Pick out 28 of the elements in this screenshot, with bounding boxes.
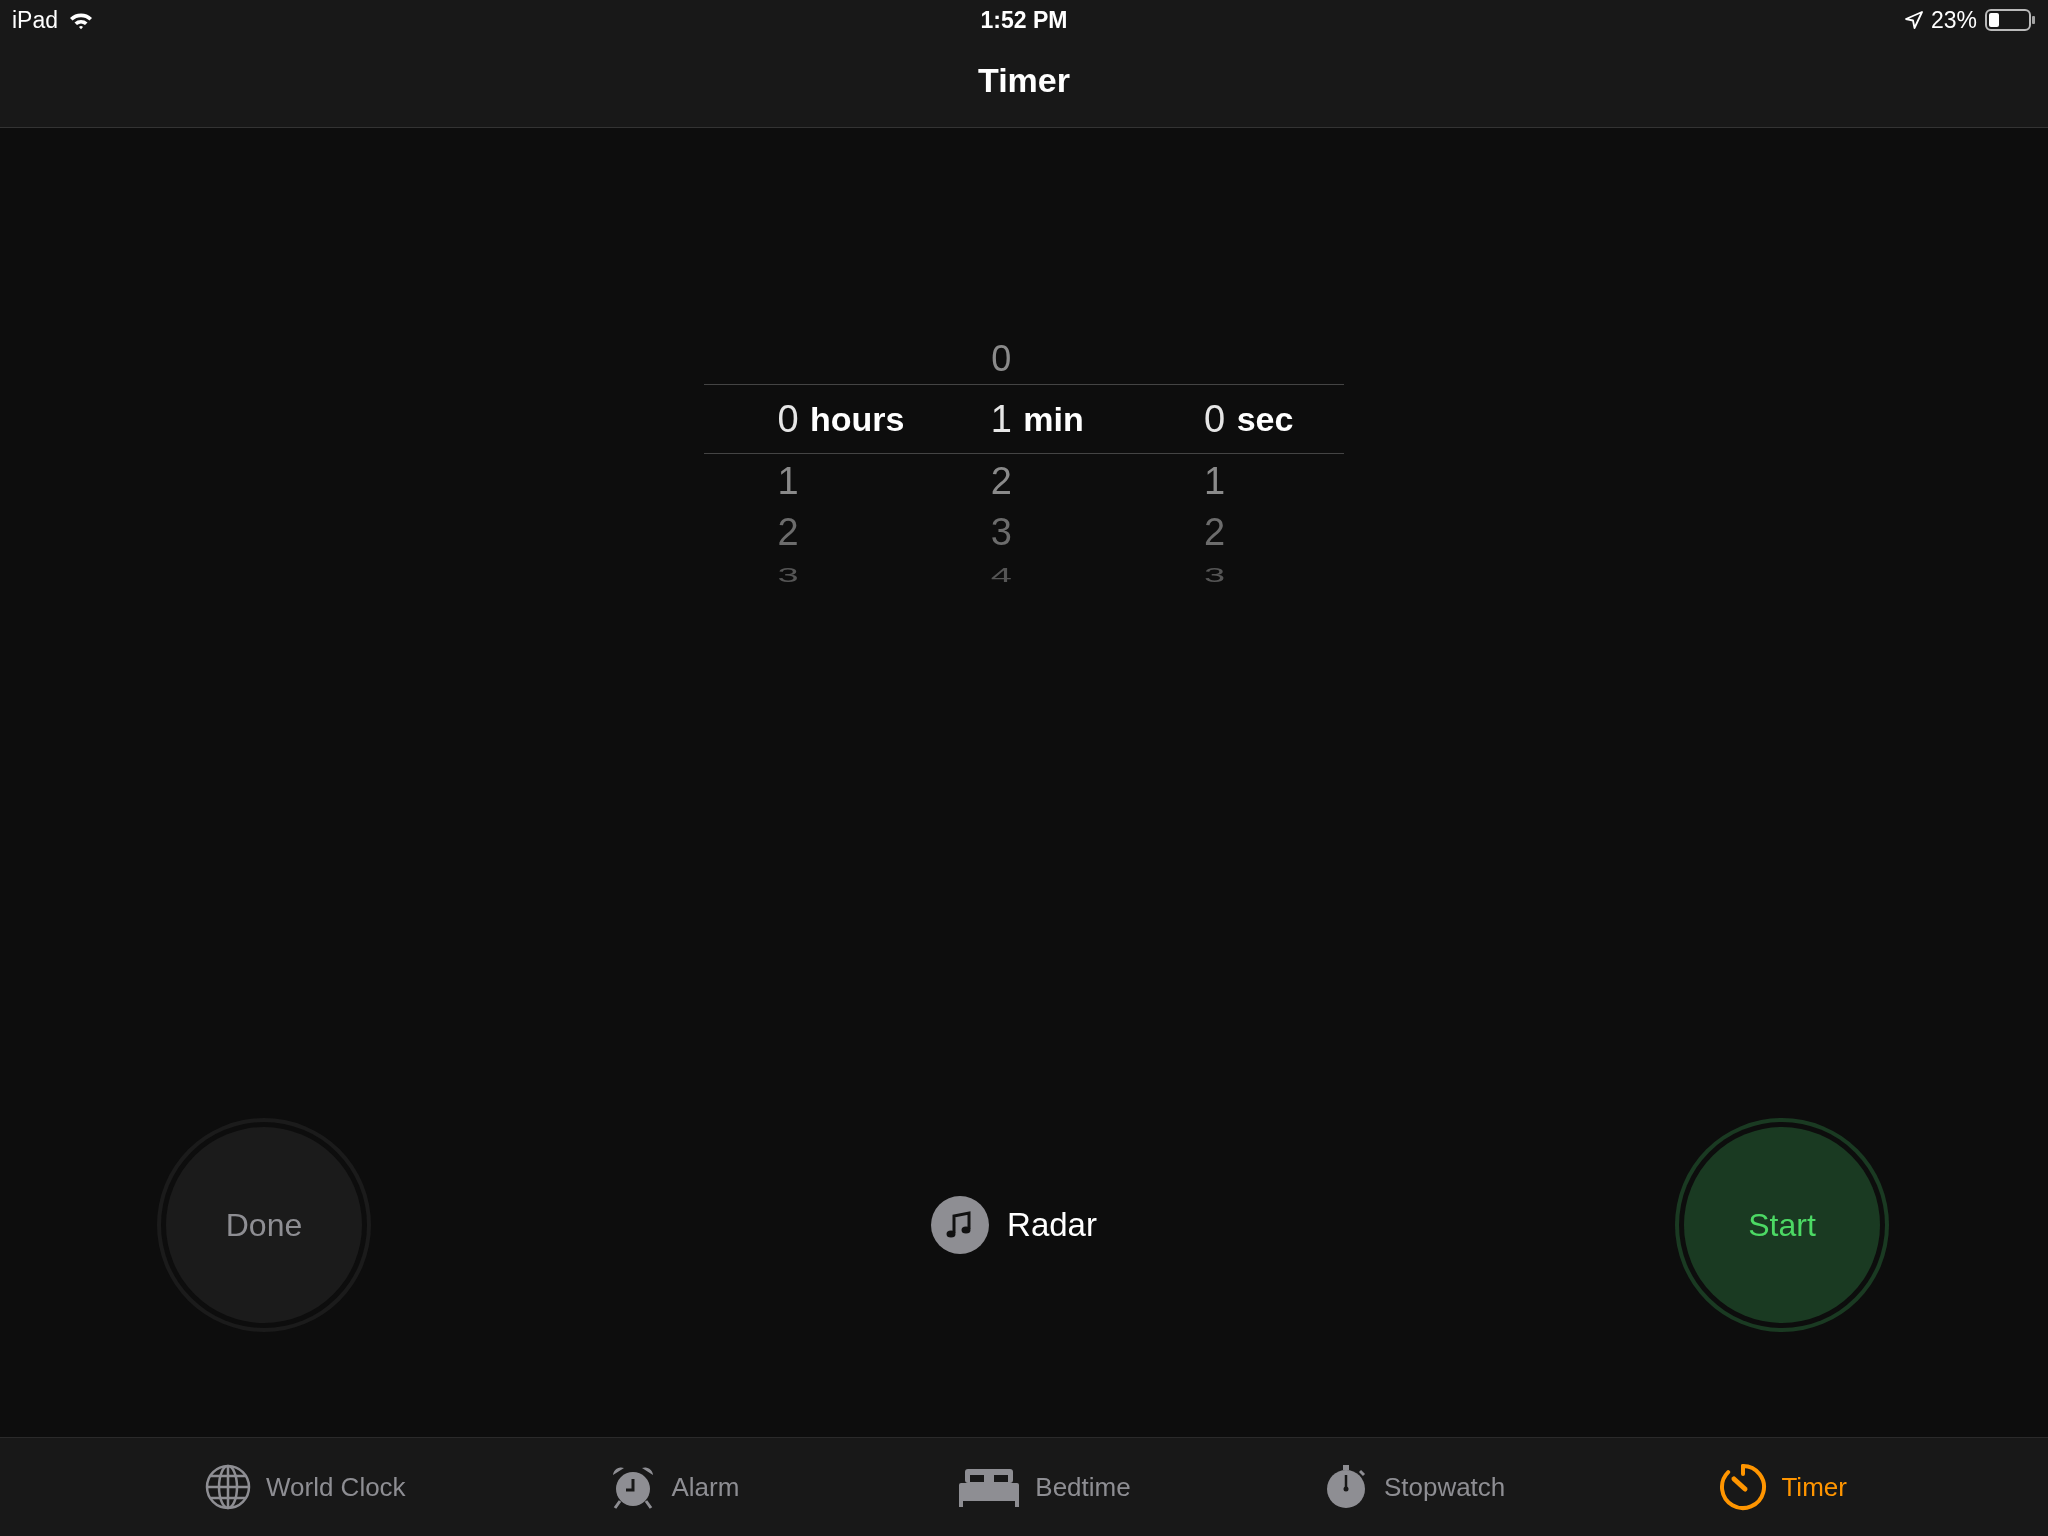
picker-selected-value[interactable]: 1 [983,397,1020,441]
picker-option[interactable]: 2 [983,454,1020,508]
picker-unit-label: min [1023,399,1084,439]
tab-button[interactable]: World Clock [197,1459,412,1515]
picker-option[interactable]: 2 [1196,508,1233,560]
picker-option[interactable]: 2 [770,508,806,560]
tab-button[interactable]: Stopwatch [1315,1459,1512,1515]
page-title: Timer [978,61,1070,101]
picker-selected-value[interactable]: 0 [770,397,806,441]
music-note-icon [931,1196,990,1254]
picker-unit-label: sec [1236,399,1294,439]
tab-button[interactable]: Alarm [603,1459,746,1515]
picker-option[interactable]: 1 [1196,454,1233,508]
battery-icon [1985,9,2036,31]
clock-time: 1:52 PM [980,6,1068,33]
battery-percentage: 23% [1930,6,1977,34]
picker-option[interactable]: 0 [983,338,1020,384]
picker-selected-value[interactable]: 0 [1196,397,1233,441]
sound-name[interactable]: Radar [1007,1206,1097,1244]
timer-icon [1719,1463,1768,1511]
device-name: iPad [12,6,59,34]
globe-icon [203,1463,252,1511]
tab-button[interactable]: Bedtime [951,1460,1137,1514]
tab-button[interactable]: Timer [1713,1459,1853,1515]
picker-option[interactable]: 1 [770,454,806,508]
picker-unit-label: hours [810,399,905,439]
location-arrow-icon [1904,11,1923,29]
picker-option[interactable]: 3 [983,508,1020,560]
